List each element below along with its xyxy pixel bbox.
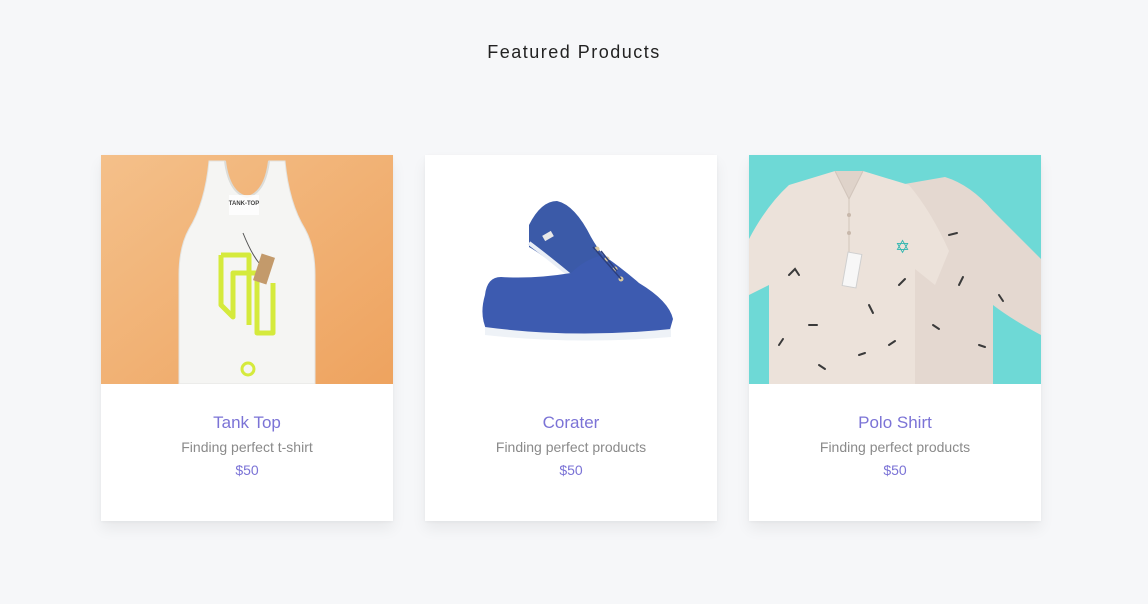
- section-title: Featured Products: [487, 42, 661, 62]
- product-description: Finding perfect products: [495, 439, 647, 455]
- svg-text:✡: ✡: [895, 237, 910, 258]
- tank-top-image[interactable]: TANK-TOP: [101, 155, 393, 384]
- product-name[interactable]: Polo Shirt: [749, 412, 1041, 434]
- polo-shirt-image[interactable]: ✡: [749, 155, 1041, 384]
- featured-products-page: Featured Products TANK-TOP Tank Top Find…: [0, 0, 1148, 604]
- card-body: Tank Top Finding perfect t-shirt $50: [101, 384, 393, 481]
- sneakers-image[interactable]: [425, 155, 717, 384]
- card-body: Corater Finding perfect products $50: [425, 384, 717, 481]
- product-price: $50: [559, 462, 583, 478]
- card-body: Polo Shirt Finding perfect products $50: [749, 384, 1041, 481]
- tag-text: TANK-TOP: [229, 201, 259, 207]
- product-name[interactable]: Corater: [425, 412, 717, 434]
- product-description: Finding perfect t-shirt: [181, 439, 313, 455]
- product-price: $50: [235, 462, 259, 478]
- product-card-tank-top[interactable]: TANK-TOP Tank Top Finding perfect t-shir…: [101, 155, 393, 521]
- product-description: Finding perfect products: [819, 439, 971, 455]
- product-name[interactable]: Tank Top: [101, 412, 393, 434]
- product-price: $50: [883, 462, 907, 478]
- product-card-corater[interactable]: Corater Finding perfect products $50: [425, 155, 717, 521]
- product-card-polo-shirt[interactable]: ✡ Polo Shirt Finding perfect products $5…: [749, 155, 1041, 521]
